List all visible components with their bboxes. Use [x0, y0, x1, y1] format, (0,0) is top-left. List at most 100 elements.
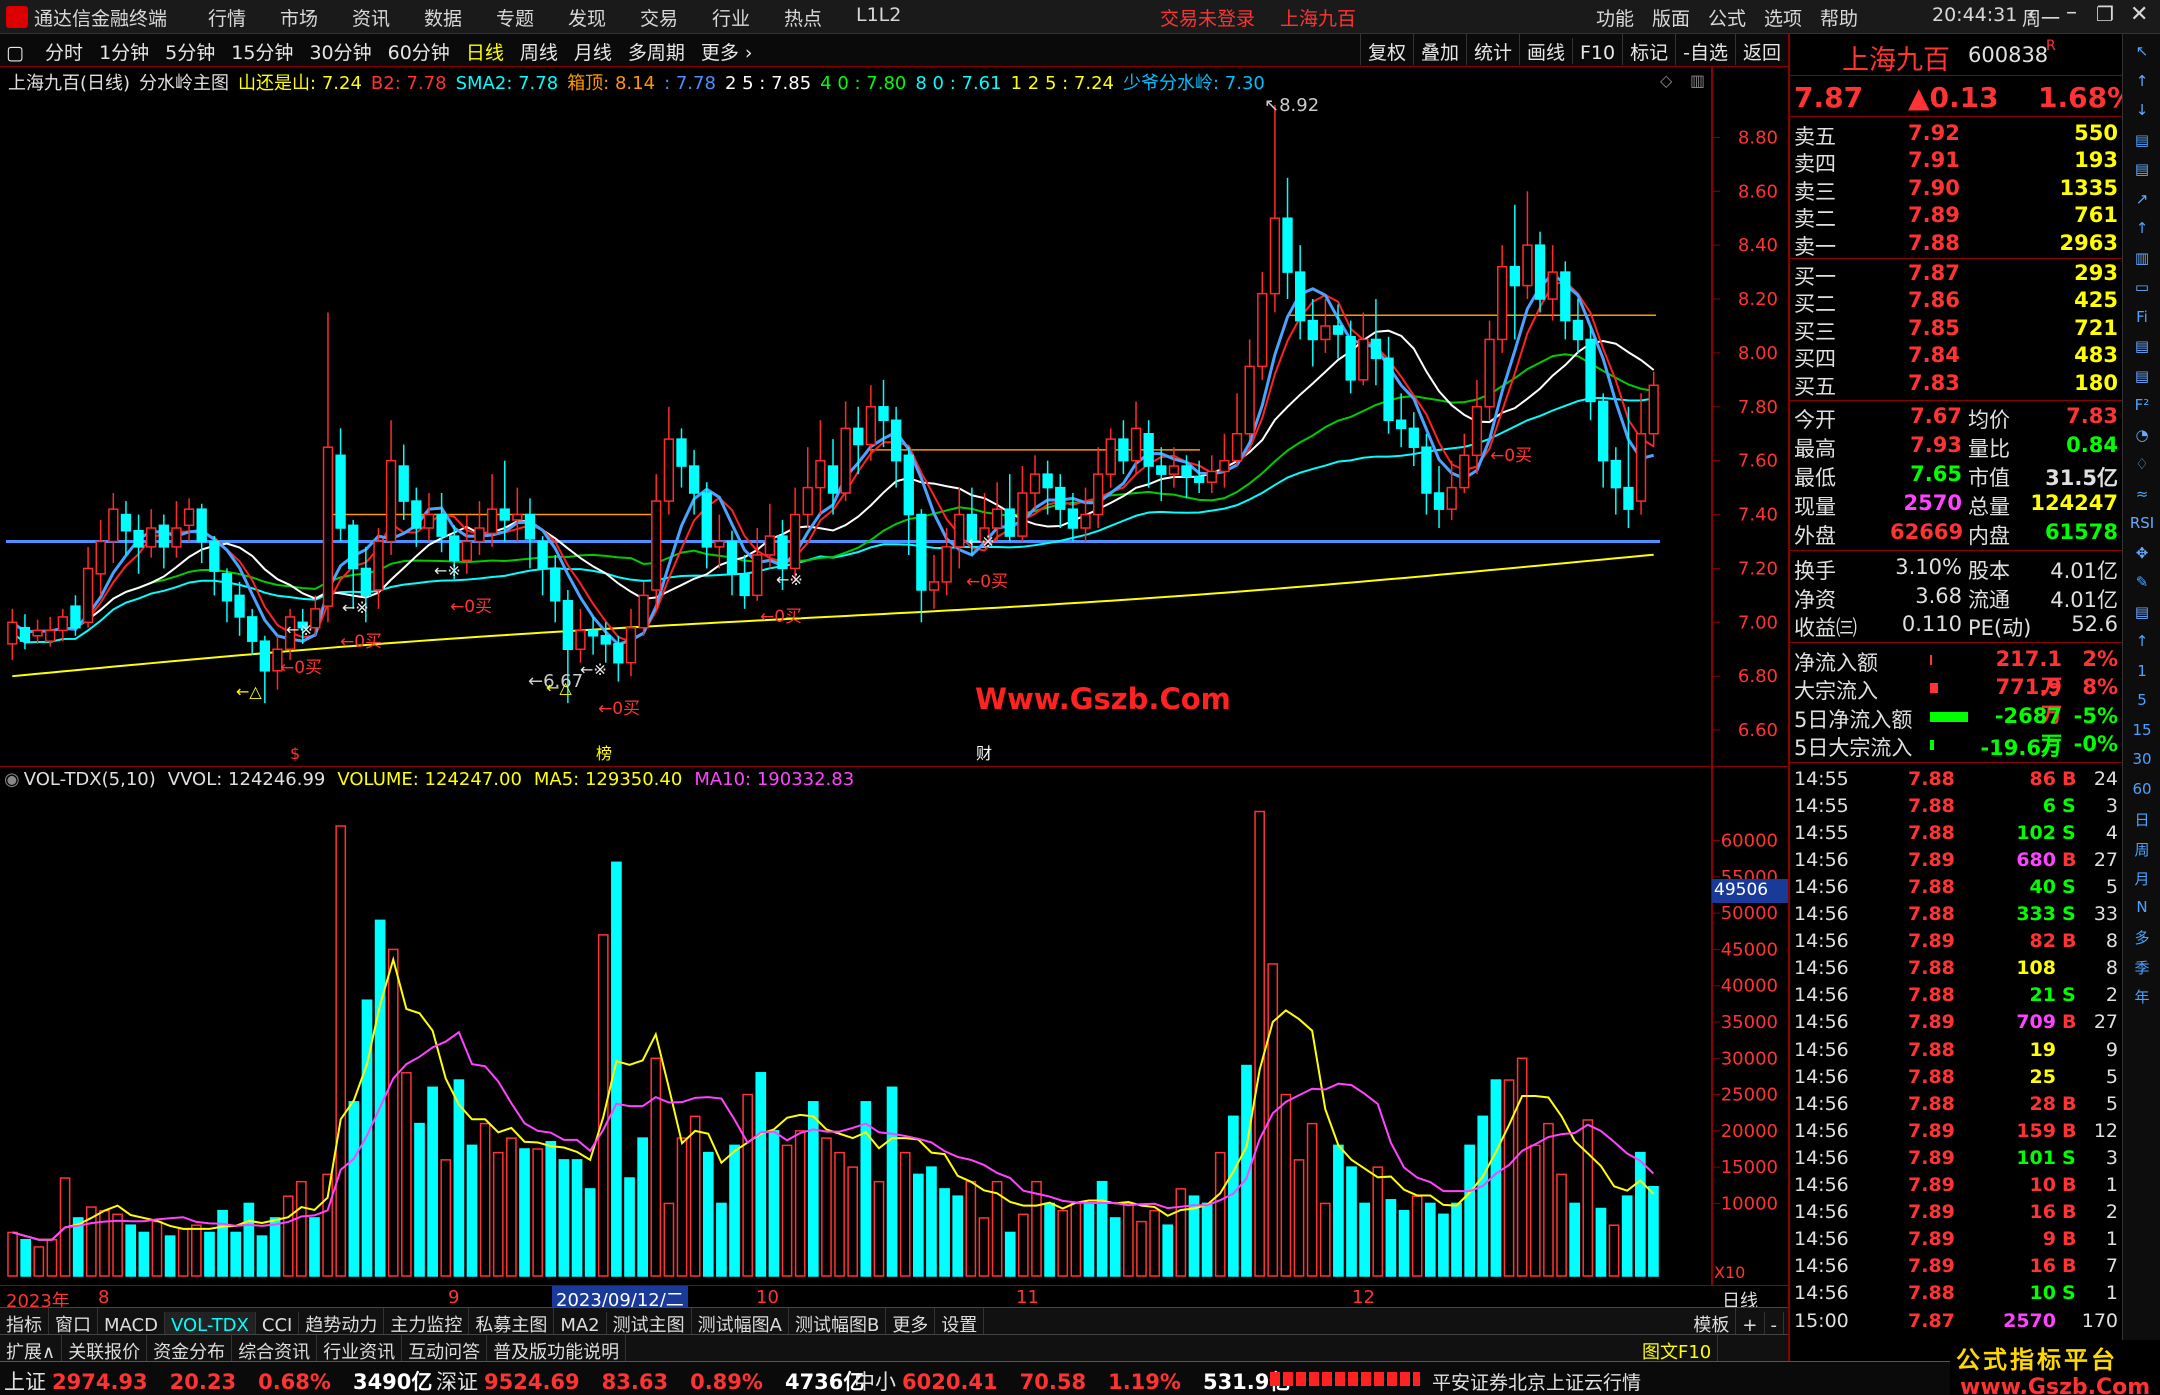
- tool-标记[interactable]: 标记: [1622, 34, 1675, 65]
- restore-icon[interactable]: ❐: [2096, 2, 2114, 26]
- info-tab-互动问答[interactable]: 互动问答: [402, 1335, 488, 1363]
- tab-right-模板[interactable]: 模板: [1687, 1308, 1737, 1336]
- side-tool-icon[interactable]: ↑: [2129, 72, 2155, 98]
- tab-主力监控[interactable]: 主力监控: [384, 1308, 470, 1336]
- tab-趋势动力[interactable]: 趋势动力: [299, 1308, 385, 1336]
- menu-6[interactable]: 交易: [640, 4, 678, 31]
- tab-更多[interactable]: 更多: [886, 1308, 936, 1336]
- side-tool-icon[interactable]: ▤: [2129, 603, 2155, 629]
- ask-row[interactable]: 卖三 7.90 1335: [1790, 175, 2124, 204]
- side-tool-icon[interactable]: ↖: [2129, 42, 2155, 68]
- side-tool-icon[interactable]: ▤: [2129, 337, 2155, 363]
- nav-back-icon[interactable]: ‹: [2027, 2, 2036, 27]
- ask-row[interactable]: 卖一 7.88 2963: [1790, 230, 2124, 259]
- side-tool-icon[interactable]: ▤: [2129, 131, 2155, 157]
- bid-row[interactable]: 买三 7.85 721: [1790, 315, 2124, 344]
- tool-叠加[interactable]: 叠加: [1412, 34, 1466, 65]
- close-icon[interactable]: ✕: [2130, 2, 2148, 27]
- period-1分钟[interactable]: 1分钟: [91, 34, 157, 65]
- tool-F10[interactable]: F10: [1572, 38, 1622, 64]
- tab-私募主图[interactable]: 私募主图: [469, 1308, 555, 1336]
- bid-row[interactable]: 买一 7.87 293: [1790, 260, 2124, 289]
- tab-窗口[interactable]: 窗口: [49, 1308, 98, 1336]
- right-menu-3[interactable]: 选项: [1764, 4, 1802, 31]
- tool-统计[interactable]: 统计: [1465, 34, 1519, 65]
- period-15分钟[interactable]: 15分钟: [223, 34, 301, 65]
- menu-7[interactable]: 行业: [712, 4, 750, 31]
- tool-复权[interactable]: 复权: [1359, 34, 1413, 65]
- side-tool-icon[interactable]: 1: [2129, 662, 2155, 688]
- menu-4[interactable]: 专题: [496, 4, 534, 31]
- period-日线[interactable]: 日线: [458, 34, 512, 65]
- period-多周期[interactable]: 多周期: [620, 34, 693, 65]
- period-周线[interactable]: 周线: [512, 34, 566, 65]
- info-tab-关联报价[interactable]: 关联报价: [62, 1335, 148, 1363]
- menu-5[interactable]: 发现: [568, 4, 606, 31]
- side-tool-icon[interactable]: 60: [2129, 780, 2155, 806]
- side-tool-icon[interactable]: 年: [2129, 986, 2155, 1012]
- tool--自选[interactable]: -自选: [1675, 34, 1735, 65]
- side-tool-icon[interactable]: ◔: [2129, 426, 2155, 452]
- right-menu-2[interactable]: 公式: [1708, 4, 1746, 31]
- side-tool-icon[interactable]: N: [2129, 898, 2155, 924]
- side-tool-icon[interactable]: ✥: [2129, 544, 2155, 570]
- info-tab-综合资讯[interactable]: 综合资讯: [232, 1335, 318, 1363]
- ask-row[interactable]: 卖二 7.89 761: [1790, 202, 2124, 231]
- side-tool-icon[interactable]: ≈: [2129, 485, 2155, 511]
- side-tool-icon[interactable]: Fi: [2129, 308, 2155, 334]
- tab-测试幅图B[interactable]: 测试幅图B: [789, 1308, 887, 1336]
- side-tool-icon[interactable]: 周: [2129, 839, 2155, 865]
- side-tool-icon[interactable]: ▤: [2129, 160, 2155, 186]
- period-更多[interactable]: 更多 ›: [693, 34, 761, 65]
- tab-测试主图[interactable]: 测试主图: [607, 1308, 692, 1336]
- volume-chart[interactable]: ◉ VOL-TDX(5,10) VVOL: 124246.99 VOLUME: 124…: [0, 766, 1788, 1286]
- side-tool-icon[interactable]: ▭: [2129, 278, 2155, 304]
- side-tool-icon[interactable]: ↗: [2129, 190, 2155, 216]
- side-tool-icon[interactable]: ♢: [2129, 455, 2155, 481]
- menu-8[interactable]: 热点: [784, 4, 822, 31]
- period-月线[interactable]: 月线: [566, 34, 620, 65]
- menu-2[interactable]: 资讯: [352, 4, 390, 31]
- login-status[interactable]: 交易未登录: [1160, 4, 1255, 31]
- ask-row[interactable]: 卖五 7.92 550: [1790, 120, 2124, 149]
- info-tab-扩展∧[interactable]: 扩展∧: [0, 1335, 63, 1363]
- tool-返回[interactable]: 返回: [1734, 34, 1788, 65]
- menu-9[interactable]: L1L2: [856, 4, 901, 26]
- side-tool-icon[interactable]: ↓: [2129, 101, 2155, 127]
- side-tool-icon[interactable]: 30: [2129, 750, 2155, 776]
- side-tool-icon[interactable]: 多: [2129, 927, 2155, 953]
- side-tool-icon[interactable]: 15: [2129, 721, 2155, 747]
- bid-row[interactable]: 买四 7.84 483: [1790, 342, 2124, 371]
- minimize-icon[interactable]: –: [2066, 0, 2077, 25]
- right-menu-1[interactable]: 版面: [1652, 4, 1690, 31]
- side-tool-icon[interactable]: F²: [2129, 396, 2155, 422]
- kline-chart[interactable]: 上海九百(日线) 分水岭主图 山还是山: 7.24 B2: 7.78 SMA2: 7.7…: [0, 67, 1788, 766]
- menu-0[interactable]: 行情: [208, 4, 246, 31]
- side-tool-icon[interactable]: 月: [2129, 868, 2155, 894]
- period-30分钟[interactable]: 30分钟: [301, 34, 379, 65]
- info-tab-right-0[interactable]: 图文F10: [1636, 1335, 1719, 1363]
- index-quote[interactable]: 上证 2974.93 20.23 0.68% 3490亿: [4, 1366, 432, 1395]
- right-menu-4[interactable]: 帮助: [1820, 4, 1858, 31]
- side-tool-icon[interactable]: ✎: [2129, 573, 2155, 599]
- side-tool-icon[interactable]: ↑: [2129, 219, 2155, 245]
- side-tool-icon[interactable]: RSI: [2129, 514, 2155, 540]
- info-tab-普及版功能说明[interactable]: 普及版功能说明: [487, 1335, 627, 1363]
- tab-测试幅图A[interactable]: 测试幅图A: [692, 1308, 789, 1336]
- side-tool-icon[interactable]: ▥: [2129, 249, 2155, 275]
- bid-row[interactable]: 买五 7.83 180: [1790, 370, 2124, 399]
- info-tab-资金分布[interactable]: 资金分布: [147, 1335, 233, 1363]
- side-tool-icon[interactable]: 季: [2129, 957, 2155, 983]
- tab-设置[interactable]: 设置: [935, 1308, 985, 1336]
- right-menu-0[interactable]: 功能: [1596, 4, 1634, 31]
- side-tool-icon[interactable]: 5: [2129, 691, 2155, 717]
- tool-画线[interactable]: 画线: [1518, 34, 1572, 65]
- ask-row[interactable]: 卖四 7.91 193: [1790, 147, 2124, 176]
- period-5分钟[interactable]: 5分钟: [157, 34, 223, 65]
- side-tool-icon[interactable]: 日: [2129, 809, 2155, 835]
- index-quote[interactable]: 深证 9524.69 83.63 0.89% 4736亿: [436, 1366, 864, 1395]
- chart-settings-icon[interactable]: ▢: [0, 38, 32, 64]
- side-tool-icon[interactable]: ▤: [2129, 367, 2155, 393]
- info-tab-行业资讯[interactable]: 行业资讯: [317, 1335, 403, 1363]
- side-tool-icon[interactable]: ↑: [2129, 632, 2155, 658]
